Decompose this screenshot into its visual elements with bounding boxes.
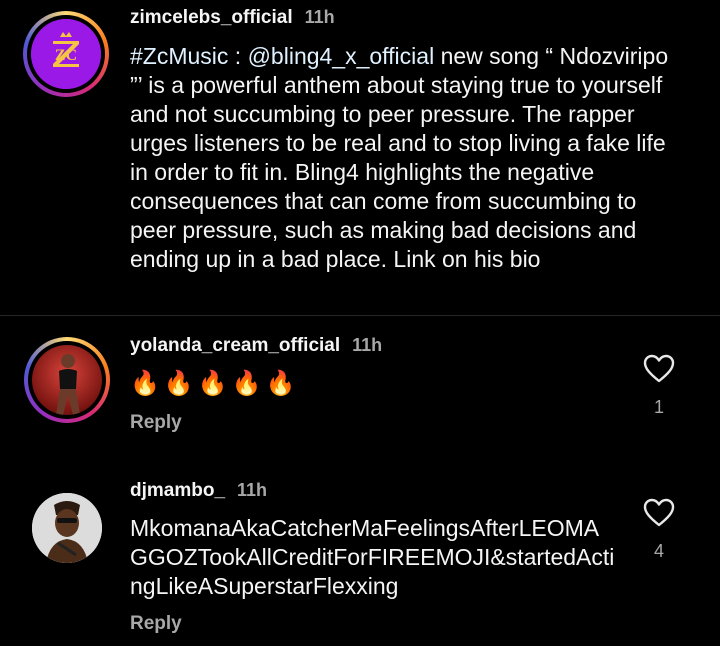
like-count: 1	[653, 397, 664, 417]
avatar-story-ring[interactable]: ZC	[23, 11, 109, 97]
comment-body: new song “ Ndozviripo ”’ is a powerful a…	[130, 43, 669, 272]
comment-username[interactable]: zimcelebs_official	[130, 7, 293, 29]
person-photo-icon	[32, 493, 102, 563]
comment-username[interactable]: yolanda_cream_official	[130, 335, 340, 357]
avatar-logo-text: ZC	[55, 47, 77, 64]
comment-text: MkomanaAkaCatcherMaFeelingsAfterLEOMAGGO…	[130, 515, 615, 599]
like-count: 4	[653, 541, 664, 561]
mention-link[interactable]: @bling4_x_official	[248, 43, 435, 69]
divider	[0, 315, 720, 316]
comment-username[interactable]: djmambo_	[130, 480, 225, 502]
avatar-story-ring[interactable]	[24, 337, 110, 423]
zc-logo-icon: ZC	[31, 19, 101, 89]
avatar[interactable]	[32, 493, 102, 563]
comment-timestamp: 11h	[304, 7, 335, 27]
comment-text: 🔥🔥🔥🔥🔥	[130, 370, 300, 397]
hashtag-link[interactable]: #ZcMusic	[130, 43, 228, 69]
person-photo-icon	[56, 354, 80, 415]
reply-button[interactable]: Reply	[130, 613, 182, 635]
avatar[interactable]: ZC	[31, 19, 101, 89]
heart-outline-icon[interactable]	[643, 498, 675, 528]
reply-button[interactable]: Reply	[130, 412, 182, 434]
avatar[interactable]	[32, 345, 102, 415]
comment-text: #ZcMusic : @bling4_x_official new song “…	[130, 43, 669, 272]
comment-timestamp: 11h	[237, 480, 268, 500]
comment-timestamp: 11h	[352, 335, 383, 355]
heart-outline-icon[interactable]	[643, 354, 675, 384]
